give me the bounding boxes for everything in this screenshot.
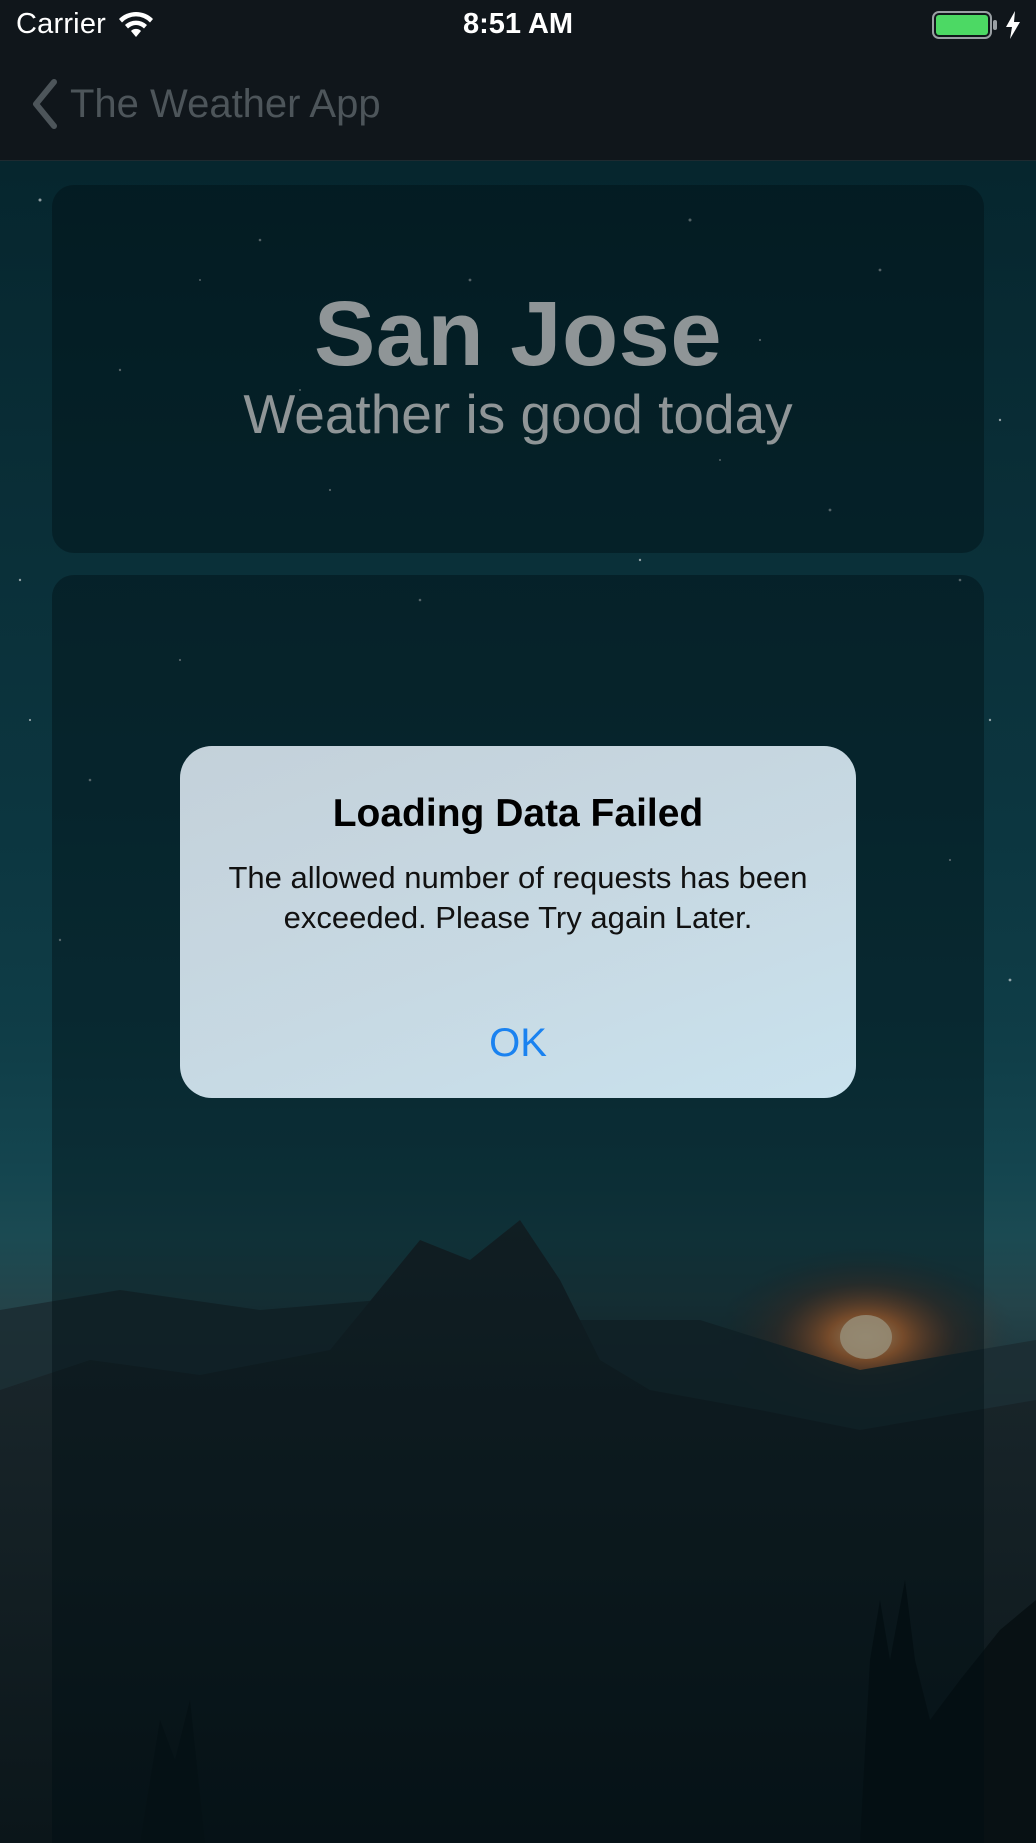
charging-bolt-icon bbox=[1006, 11, 1020, 39]
status-time: 8:51 AM bbox=[462, 8, 574, 40]
app-screen: San Jose Weather is good today Carrier 8… bbox=[0, 0, 1036, 1843]
back-button[interactable]: The Weather App bbox=[30, 78, 381, 130]
back-button-label: The Weather App bbox=[70, 81, 381, 126]
battery-icon bbox=[932, 11, 997, 39]
status-bar: Carrier 8:51 AM bbox=[0, 0, 1036, 52]
alert-dialog: Loading Data Failed The allowed number o… bbox=[180, 746, 856, 1098]
ok-button[interactable]: OK bbox=[180, 988, 856, 1098]
battery-group bbox=[932, 10, 1022, 40]
chevron-left-icon bbox=[33, 79, 57, 129]
alert-message: The allowed number of requests has been … bbox=[228, 860, 808, 935]
navigation-bar: The Weather App bbox=[0, 52, 1036, 161]
alert-title: Loading Data Failed bbox=[332, 792, 704, 835]
